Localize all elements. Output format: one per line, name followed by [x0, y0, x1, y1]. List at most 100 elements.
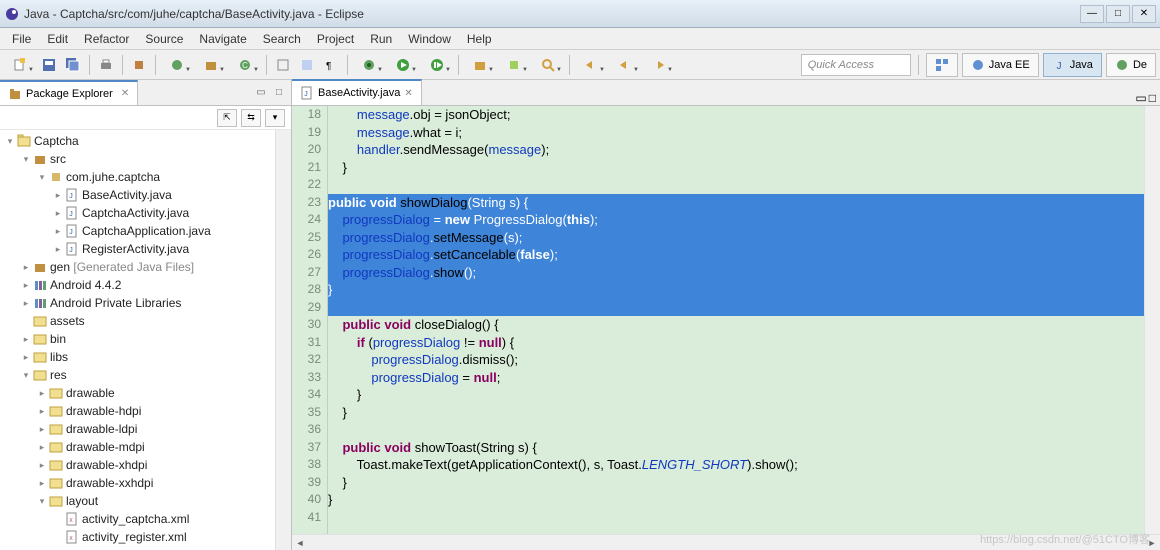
tree-drawable-folder[interactable]: ▸ drawable — [0, 384, 291, 402]
new-class-button[interactable]: C▼ — [229, 54, 261, 76]
search-button[interactable]: ▼ — [532, 54, 564, 76]
tree-expander[interactable]: ▸ — [20, 298, 32, 309]
tree-layout-file[interactable]: X activity_register.xml — [0, 528, 291, 546]
code-line[interactable]: message.what = i; — [328, 124, 1144, 142]
open-type-button[interactable]: ▼ — [161, 54, 193, 76]
menu-run[interactable]: Run — [362, 30, 400, 48]
tree-assets[interactable]: assets — [0, 312, 291, 330]
line-number[interactable]: 38 — [292, 456, 321, 474]
code-line[interactable]: public void showToast(String s) { — [328, 439, 1144, 457]
tree-layout-file[interactable]: X activity_captcha.xml — [0, 510, 291, 528]
tree-expander[interactable]: ▾ — [36, 172, 48, 183]
line-number[interactable]: 35 — [292, 404, 321, 422]
toggle-mark-button[interactable] — [272, 54, 294, 76]
maximize-view-icon[interactable]: □ — [271, 85, 287, 101]
tree-drawable-folder[interactable]: ▸ drawable-xxhdpi — [0, 474, 291, 492]
code-line[interactable]: } — [328, 159, 1144, 177]
package-tree[interactable]: ▾ Captcha ▾ src ▾ com.juhe.captcha ▸ J B… — [0, 130, 291, 550]
new-android-button[interactable]: ▼ — [498, 54, 530, 76]
menu-navigate[interactable]: Navigate — [191, 30, 254, 48]
forward-button[interactable]: ▼ — [643, 54, 675, 76]
tree-drawable-folder[interactable]: ▸ drawable-hdpi — [0, 402, 291, 420]
perspective-java[interactable]: JJava — [1043, 53, 1102, 77]
tree-expander[interactable]: ▾ — [20, 154, 32, 165]
scroll-right-arrow[interactable]: ► — [1144, 535, 1160, 550]
code-line[interactable]: progressDialog.setCancelable(false); — [328, 246, 1144, 264]
code-line[interactable]: progressDialog = new ProgressDialog(this… — [328, 211, 1144, 229]
tree-expander[interactable]: ▸ — [36, 442, 48, 453]
tree-expander[interactable]: ▸ — [36, 478, 48, 489]
line-number[interactable]: 25 — [292, 229, 321, 247]
tree-java-file[interactable]: ▸ J CaptchaActivity.java — [0, 204, 291, 222]
tree-expander[interactable]: ▸ — [52, 244, 64, 255]
line-number[interactable]: 30 — [292, 316, 321, 334]
view-menu-button[interactable]: ▾ — [265, 109, 285, 127]
save-button[interactable] — [38, 54, 60, 76]
line-number[interactable]: 22 — [292, 176, 321, 194]
line-number[interactable]: 34 — [292, 386, 321, 404]
editor-tab-baseactivity[interactable]: J BaseActivity.java ✕ — [292, 79, 422, 105]
tree-expander[interactable]: ▸ — [20, 280, 32, 291]
line-number[interactable]: 36 — [292, 421, 321, 439]
tree-project[interactable]: ▾ Captcha — [0, 132, 291, 150]
tree-bin[interactable]: ▸ bin — [0, 330, 291, 348]
tree-expander[interactable]: ▸ — [52, 208, 64, 219]
line-number[interactable]: 40 — [292, 491, 321, 509]
tree-java-file[interactable]: ▸ J CaptchaApplication.java — [0, 222, 291, 240]
menu-edit[interactable]: Edit — [39, 30, 76, 48]
line-number[interactable]: 18 — [292, 106, 321, 124]
tree-gen[interactable]: ▸ gen [Generated Java Files] — [0, 258, 291, 276]
minimize-editor-icon[interactable]: ▭ — [1135, 91, 1146, 105]
code-line[interactable]: progressDialog.setMessage(s); — [328, 229, 1144, 247]
tree-expander[interactable]: ▸ — [20, 262, 32, 273]
minimize-button[interactable]: — — [1080, 5, 1104, 23]
tree-src[interactable]: ▾ src — [0, 150, 291, 168]
menu-refactor[interactable]: Refactor — [76, 30, 137, 48]
line-number[interactable]: 29 — [292, 299, 321, 317]
code-line[interactable]: } — [328, 404, 1144, 422]
tree-package[interactable]: ▾ com.juhe.captcha — [0, 168, 291, 186]
quick-access-input[interactable]: Quick Access — [801, 54, 911, 76]
tree-drawable-folder[interactable]: ▸ drawable-ldpi — [0, 420, 291, 438]
menu-search[interactable]: Search — [255, 30, 309, 48]
tree-res[interactable]: ▾ res — [0, 366, 291, 384]
line-number[interactable]: 33 — [292, 369, 321, 387]
code-line[interactable]: } — [328, 491, 1144, 509]
perspective-javaee[interactable]: Java EE — [962, 53, 1039, 77]
tree-expander[interactable]: ▾ — [20, 370, 32, 381]
build-button[interactable] — [128, 54, 150, 76]
tree-expander[interactable]: ▾ — [36, 496, 48, 507]
code-line[interactable]: } — [328, 474, 1144, 492]
tree-expander[interactable]: ▸ — [52, 226, 64, 237]
code-line[interactable]: progressDialog.show(); — [328, 264, 1144, 282]
line-number[interactable]: 27 — [292, 264, 321, 282]
code-line[interactable]: message.obj = jsonObject; — [328, 106, 1144, 124]
menu-project[interactable]: Project — [309, 30, 362, 48]
menu-help[interactable]: Help — [459, 30, 500, 48]
tree-expander[interactable]: ▸ — [20, 334, 32, 345]
tree-expander[interactable]: ▸ — [36, 424, 48, 435]
maximize-button[interactable]: □ — [1106, 5, 1130, 23]
horizontal-scrollbar[interactable]: ◄ ► https://blog.csdn.net/@51CTO博客 — [292, 534, 1160, 550]
scroll-left-arrow[interactable]: ◄ — [292, 535, 308, 550]
new-button[interactable]: ▼ — [4, 54, 36, 76]
tree-expander[interactable]: ▸ — [52, 190, 64, 201]
package-explorer-tab[interactable]: Package Explorer ✕ — [0, 80, 138, 105]
code-line[interactable] — [328, 176, 1144, 194]
line-number[interactable]: 24 — [292, 211, 321, 229]
run-last-button[interactable]: ▼ — [421, 54, 453, 76]
perspective-debug[interactable]: De — [1106, 53, 1156, 77]
tree-expander[interactable]: ▸ — [20, 352, 32, 363]
minimize-view-icon[interactable]: ▭ — [253, 85, 269, 101]
back-button[interactable]: ▼ — [609, 54, 641, 76]
tree-expander[interactable]: ▾ — [4, 136, 16, 147]
code-line[interactable]: public void closeDialog() { — [328, 316, 1144, 334]
code-line[interactable] — [328, 299, 1144, 317]
code-line[interactable]: } — [328, 386, 1144, 404]
line-number[interactable]: 21 — [292, 159, 321, 177]
line-number[interactable]: 41 — [292, 509, 321, 527]
tree-libs[interactable]: ▸ libs — [0, 348, 291, 366]
show-whitespace-button[interactable]: ¶ — [320, 54, 342, 76]
link-editor-button[interactable]: ⇆ — [241, 109, 261, 127]
save-all-button[interactable] — [62, 54, 84, 76]
